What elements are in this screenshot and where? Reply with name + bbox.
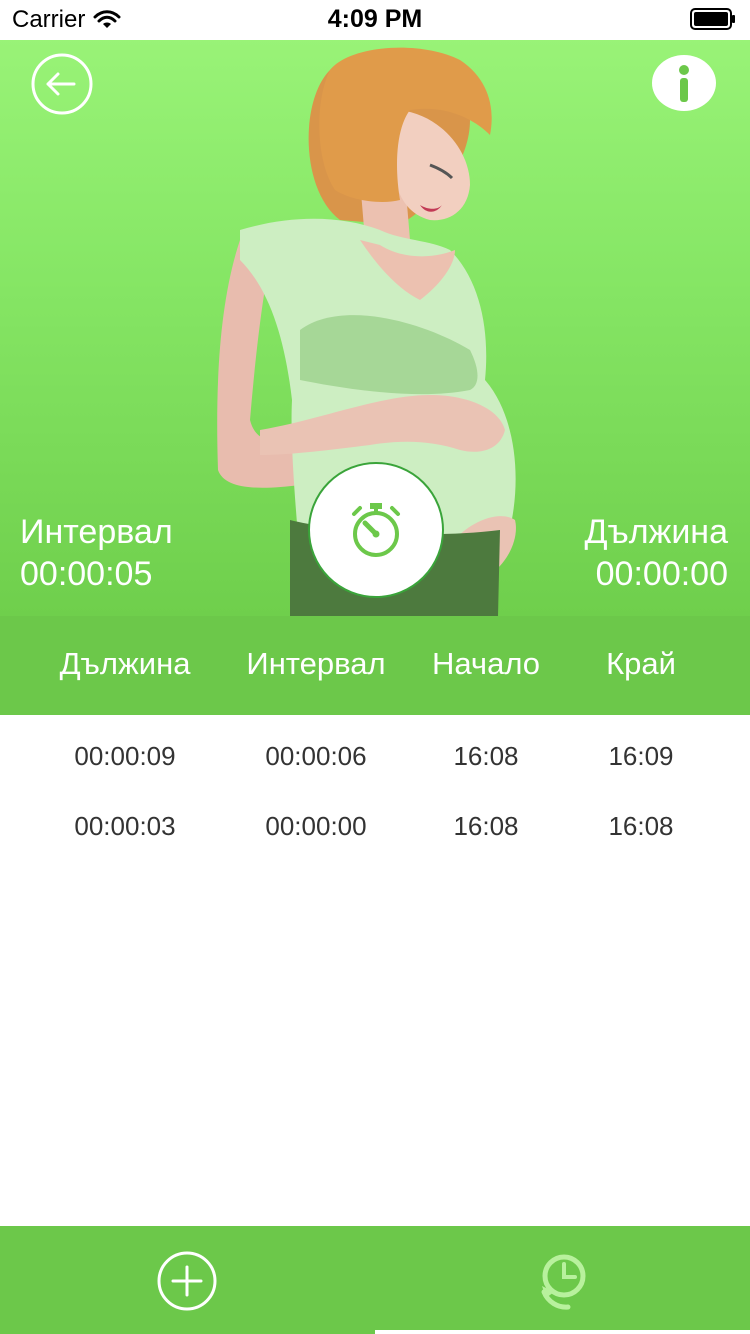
cell-duration: 00:00:09 [74, 741, 176, 771]
tab-indicator-right [375, 1330, 750, 1334]
cell-interval: 00:00:06 [265, 741, 367, 771]
arrow-left-circle-icon [31, 53, 93, 115]
add-button[interactable] [156, 1250, 218, 1312]
column-header-duration: Дължина [59, 646, 191, 681]
history-button[interactable] [536, 1250, 592, 1312]
cell-duration: 00:00:03 [74, 811, 176, 841]
plus-circle-icon [157, 1251, 217, 1311]
column-header-interval: Интервал [246, 646, 386, 681]
duration-label: Дължина [584, 513, 728, 551]
stopwatch-button[interactable] [308, 462, 444, 598]
cell-end: 16:09 [608, 741, 674, 771]
table-row[interactable]: 00:00:09 00:00:06 16:08 16:09 [0, 715, 750, 785]
interval-timer: Интервал 00:00:05 [20, 511, 173, 595]
column-header-end: Край [606, 646, 676, 681]
battery-icon [690, 8, 735, 30]
stopwatch-icon [352, 503, 400, 557]
table-row[interactable]: 00:00:03 00:00:00 16:08 16:08 [0, 785, 750, 855]
status-time: 4:09 PM [327, 5, 423, 33]
cell-end: 16:08 [608, 811, 674, 841]
duration-timer: Дължина 00:00:00 [584, 511, 728, 595]
info-button[interactable] [652, 54, 716, 112]
cell-interval: 00:00:00 [265, 811, 367, 841]
table-header: Дължина Интервал Начало Край [0, 616, 750, 715]
back-button[interactable] [30, 52, 94, 116]
tab-indicator-left [0, 1330, 375, 1334]
hero-section: Интервал 00:00:05 Дължина 00:00:00 [0, 0, 750, 616]
contractions-table: 00:00:09 00:00:06 16:08 16:09 00:00:03 0… [0, 715, 750, 855]
interval-label: Интервал [20, 513, 173, 551]
info-icon [652, 55, 716, 111]
bottom-tab-bar [0, 1226, 750, 1334]
clock-history-icon [541, 1254, 586, 1310]
duration-value: 00:00:00 [595, 555, 728, 593]
status-bar: Carrier 4:09 PM [0, 0, 750, 40]
interval-value: 00:00:05 [20, 555, 153, 593]
